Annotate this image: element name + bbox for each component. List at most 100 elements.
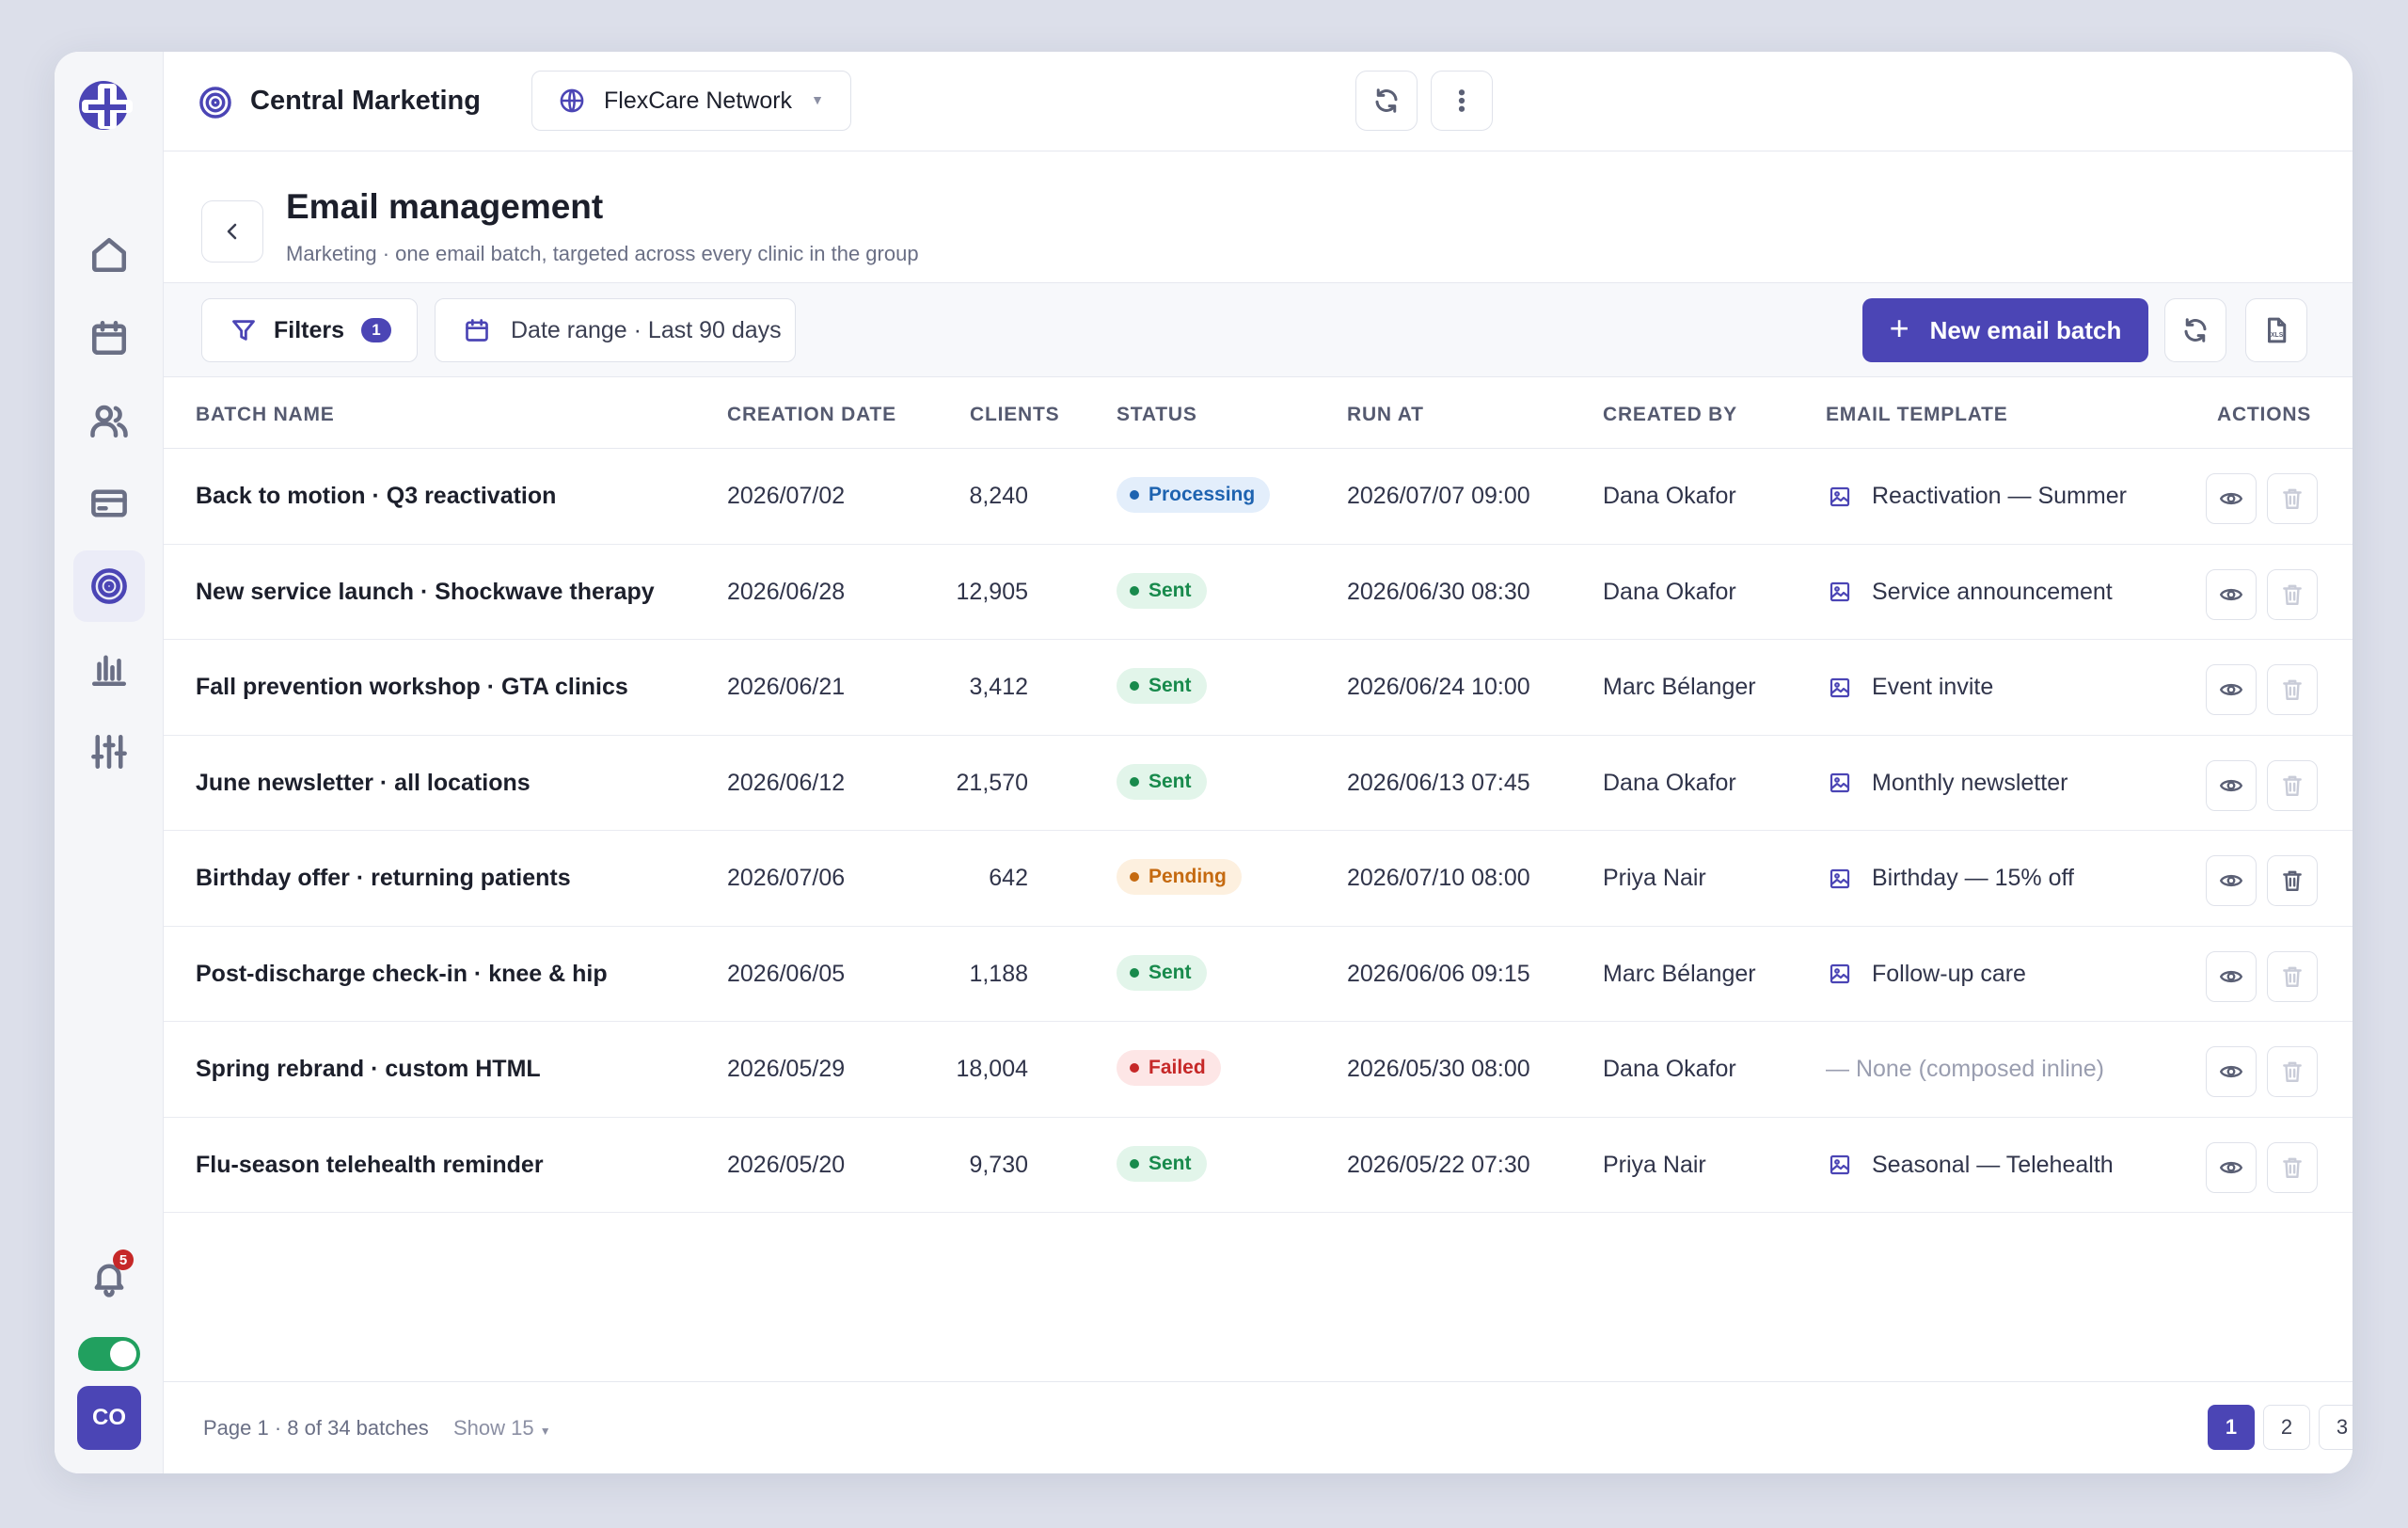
batch-name[interactable]: Spring rebrand · custom HTML [196, 1056, 541, 1083]
delete-button [2267, 568, 2318, 620]
trash-icon [2283, 1157, 2302, 1178]
calendar-icon [91, 320, 127, 356]
top-bar: Central Marketing FlexCare Network ▼ [164, 52, 2353, 151]
page-button-2[interactable]: 2 [2263, 1405, 2310, 1450]
batch-name[interactable]: Birthday offer · returning patients [196, 865, 571, 892]
view-button[interactable] [2206, 664, 2257, 715]
eye-icon [2219, 779, 2243, 791]
batch-name[interactable]: Back to motion · Q3 reactivation [196, 483, 556, 510]
page-size-select[interactable]: Show 15 ▼ [453, 1416, 551, 1440]
column-header[interactable]: STATUS [1117, 404, 1197, 426]
email-template-label: Reactivation — Summer [1872, 483, 2127, 509]
email-template-cell: — None (composed inline) [1826, 1056, 2104, 1083]
creation-date: 2026/06/28 [727, 578, 846, 605]
run-at: 2026/06/13 07:45 [1347, 769, 1530, 796]
email-template-cell[interactable]: Seasonal — Telehealth [1829, 1152, 2114, 1179]
eye-icon [2219, 588, 2243, 600]
date-range-button[interactable]: Date range · Last 90 days [435, 298, 796, 362]
created-by: Priya Nair [1603, 1151, 1706, 1178]
batch-name[interactable]: Post-discharge check-in · knee & hip [196, 961, 608, 988]
view-button[interactable] [2206, 1046, 2257, 1097]
export-xls-button[interactable]: XLS [2245, 298, 2307, 362]
email-template-cell[interactable]: Monthly newsletter [1829, 770, 2067, 797]
sliders-icon [91, 734, 127, 770]
org-title: Central Marketing [250, 86, 481, 116]
filter-icon [232, 320, 255, 341]
creation-date: 2026/06/21 [727, 674, 846, 700]
nav-reports[interactable] [73, 633, 145, 705]
email-template-cell[interactable]: Follow-up care [1829, 961, 2026, 988]
delete-button[interactable] [2267, 855, 2318, 906]
back-button[interactable] [201, 200, 263, 263]
trash-icon [2283, 966, 2302, 987]
status-badge: Sent [1117, 763, 1207, 800]
filters-button[interactable]: Filters 1 [201, 298, 418, 362]
email-template-label: Monthly newsletter [1872, 769, 2068, 796]
nav-calendar[interactable] [73, 302, 145, 374]
table-row[interactable]: New service launch · Shockwave therapy 2… [164, 545, 2353, 640]
column-header[interactable]: CLIENTS [970, 404, 1059, 426]
delete-button [2267, 1046, 2318, 1097]
batch-name[interactable]: New service launch · Shockwave therapy [196, 579, 655, 606]
app-logo[interactable] [77, 74, 139, 136]
card-icon [91, 489, 127, 517]
batch-name[interactable]: Flu-season telehealth reminder [196, 1152, 544, 1179]
view-button[interactable] [2206, 855, 2257, 906]
column-header[interactable]: EMAIL TEMPLATE [1826, 404, 2008, 426]
column-header[interactable]: BATCH NAME [196, 404, 335, 426]
batch-name[interactable]: June newsletter · all locations [196, 770, 531, 797]
trash-icon [2283, 775, 2302, 796]
refresh-button[interactable] [1355, 71, 1418, 131]
created-by: Dana Okafor [1603, 1056, 1736, 1082]
view-button[interactable] [2206, 568, 2257, 620]
page-title: Email management [286, 187, 604, 226]
nav-home[interactable] [73, 219, 145, 291]
view-button[interactable] [2206, 759, 2257, 811]
new-email-batch-button[interactable]: + New email batch [1862, 298, 2148, 362]
eye-icon [2219, 683, 2243, 696]
trash-icon [2283, 488, 2302, 509]
status-toggle[interactable] [78, 1337, 140, 1371]
filters-label: Filters [274, 316, 345, 343]
creation-date: 2026/07/06 [727, 865, 846, 891]
table-row[interactable]: Birthday offer · returning patients 2026… [164, 831, 2353, 927]
column-header[interactable]: RUN AT [1347, 404, 1424, 426]
table-row[interactable]: Fall prevention workshop · GTA clinics 2… [164, 640, 2353, 736]
batch-name[interactable]: Fall prevention workshop · GTA clinics [196, 674, 628, 701]
page-button-1[interactable]: 1 [2208, 1405, 2255, 1450]
image-icon [1830, 868, 1850, 888]
nav-settings[interactable] [73, 716, 145, 788]
view-button[interactable] [2206, 950, 2257, 1002]
clients-count: 18,004 [956, 1056, 1028, 1082]
table-row[interactable]: June newsletter · all locations 2026/06/… [164, 736, 2353, 831]
clients-count: 642 [989, 865, 1028, 891]
run-at: 2026/06/24 10:00 [1347, 674, 1530, 700]
table-row[interactable]: Post-discharge check-in · knee & hip 202… [164, 927, 2353, 1022]
email-template-cell[interactable]: Birthday — 15% off [1829, 865, 2074, 892]
user-avatar[interactable]: CO [77, 1386, 141, 1450]
table-row[interactable]: Spring rebrand · custom HTML 2026/05/29 … [164, 1022, 2353, 1118]
email-template-cell[interactable]: Service announcement [1829, 579, 2113, 606]
column-header[interactable]: CREATION DATE [727, 404, 896, 426]
nav-marketing[interactable] [73, 550, 145, 622]
refresh-icon [1375, 88, 1398, 113]
email-template-cell[interactable]: Reactivation — Summer [1829, 483, 2127, 510]
table-row[interactable]: Flu-season telehealth reminder 2026/05/2… [164, 1118, 2353, 1213]
page-button-3[interactable]: 3 [2319, 1405, 2353, 1450]
column-header[interactable]: CREATED BY [1603, 404, 1737, 426]
more-options-button[interactable] [1431, 71, 1493, 131]
email-template-label: Birthday — 15% off [1872, 865, 2074, 891]
nav-clients[interactable] [73, 385, 145, 456]
view-button[interactable] [2206, 473, 2257, 524]
table-row[interactable]: Back to motion · Q3 reactivation 2026/07… [164, 449, 2353, 545]
reload-table-button[interactable] [2164, 298, 2226, 362]
delete-button [2267, 759, 2318, 811]
status-badge: Sent [1117, 1145, 1207, 1182]
chevron-down-icon: ▼ [811, 92, 824, 107]
status-badge: Failed [1117, 1050, 1221, 1086]
nav-billing[interactable] [73, 468, 145, 539]
network-select[interactable]: FlexCare Network ▼ [531, 71, 851, 131]
email-template-cell[interactable]: Event invite [1829, 674, 1993, 701]
created-by: Priya Nair [1603, 865, 1706, 891]
view-button[interactable] [2206, 1141, 2257, 1193]
